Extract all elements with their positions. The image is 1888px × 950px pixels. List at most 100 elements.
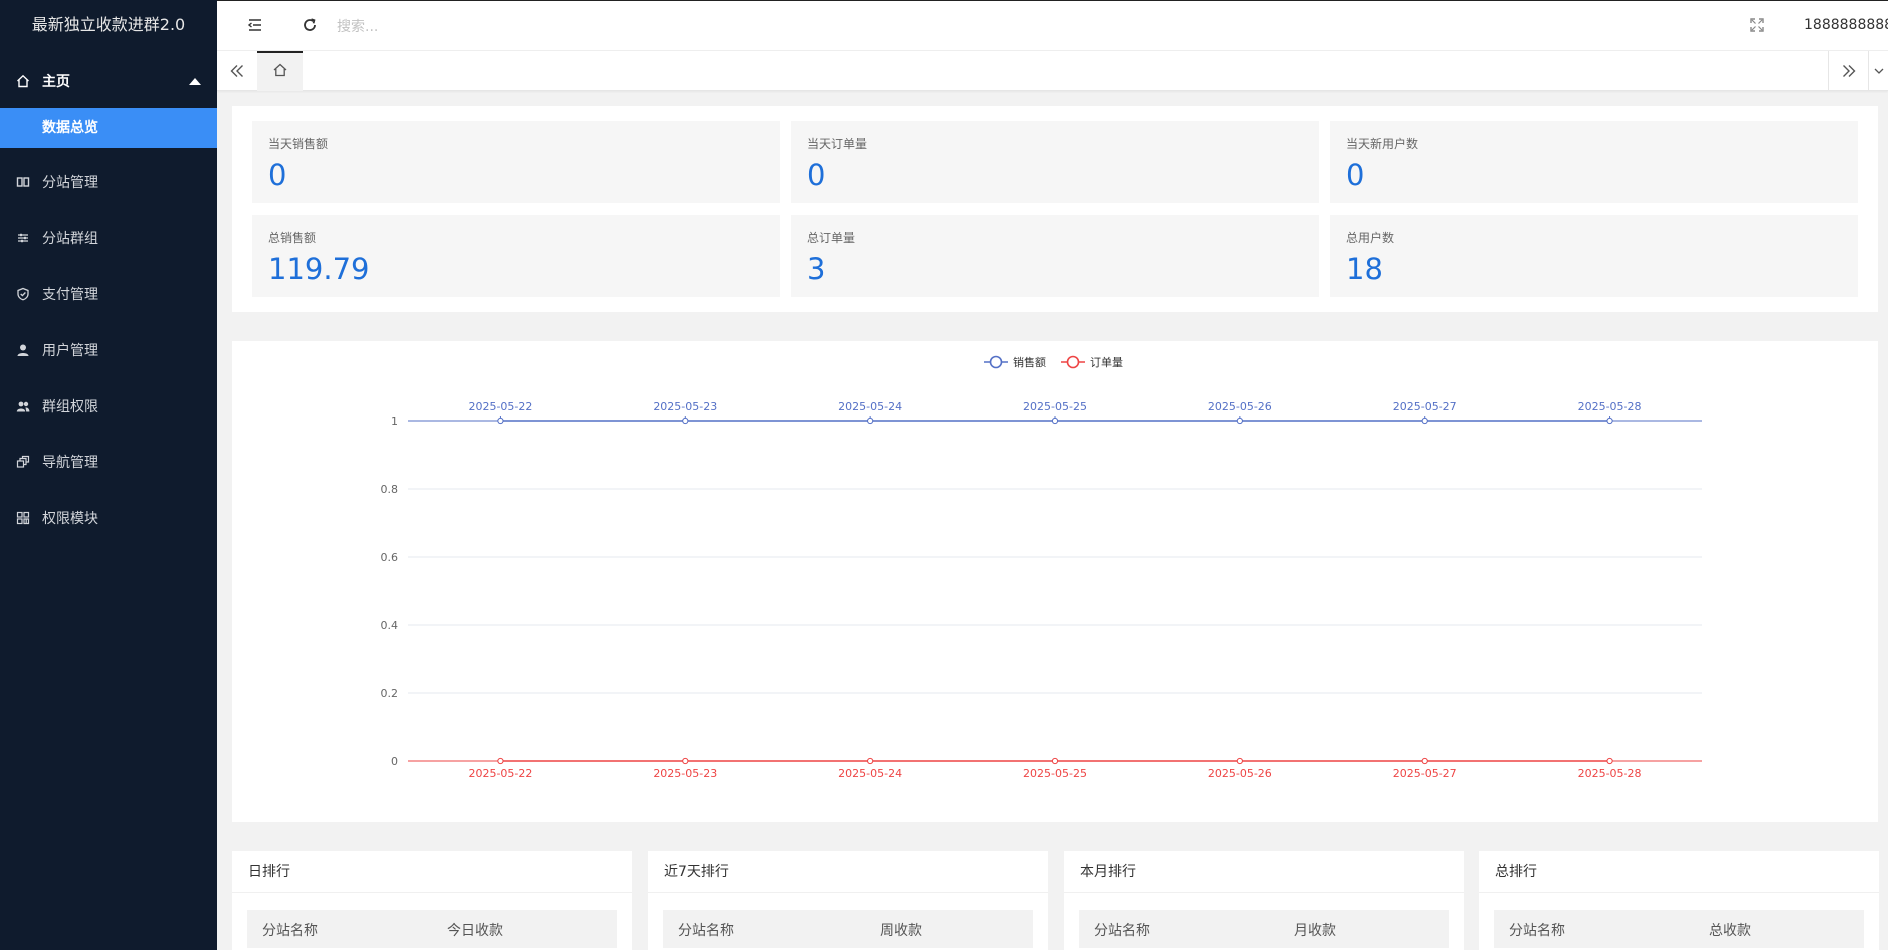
user-menu[interactable]: 18888888888 (1804, 17, 1888, 33)
data-point (867, 417, 874, 425)
y-tick-label: 0.2 (381, 687, 399, 700)
caret-up-icon (189, 78, 201, 85)
data-point (1051, 417, 1059, 425)
data-point (1421, 417, 1428, 425)
legend-label: 订单量 (1090, 356, 1123, 369)
column-header[interactable]: 总收款 (1709, 920, 1751, 940)
column-header[interactable]: 月收款 (1294, 920, 1336, 940)
layers-icon (16, 455, 30, 469)
data-point (1606, 417, 1613, 425)
legend-label: 销售额 (1013, 355, 1046, 369)
ranking-title: 总排行 (1479, 851, 1879, 893)
menu-toggle-icon[interactable] (245, 15, 265, 35)
x-tick-label-top: 2025-05-25 (1023, 400, 1087, 413)
y-tick-label: 0 (391, 755, 398, 768)
home-icon (16, 74, 30, 88)
data-point (1051, 757, 1059, 765)
x-tick-label-top: 2025-05-27 (1393, 400, 1457, 413)
stat-label: 总用户数 (1346, 231, 1395, 245)
ranking-title: 近7天排行 (648, 851, 1048, 893)
data-point (497, 417, 504, 425)
stat-value: 0 (807, 158, 826, 192)
user-icon (16, 343, 30, 357)
refresh-icon[interactable] (300, 15, 320, 35)
column-header[interactable]: 分站名称 (1094, 920, 1150, 940)
ranking-title: 日排行 (232, 851, 632, 893)
sales-chart-panel: 0 0.2 0.4 0.6 0.8 1 2025-05-22 2025-05-23 2025-0… (232, 341, 1878, 822)
data-point (1236, 757, 1243, 765)
y-tick-label: 0.4 (381, 619, 399, 632)
legend-item[interactable]: 销售额 (984, 355, 1046, 369)
stat-total-users: 总用户数 18 (1330, 215, 1858, 297)
stat-label: 总销售额 (268, 231, 317, 245)
tabs-scroll-left-icon[interactable] (217, 51, 257, 91)
stat-label: 当天订单量 (807, 137, 868, 151)
sidebar: 最新独立收款进群2.0 主页 数据总览 分站管理 分站群组 支付管理 用户管理 (0, 0, 217, 950)
stat-today-sales: 当天销售额 0 (252, 121, 780, 203)
sidebar-item-home[interactable]: 主页 (0, 54, 217, 108)
legend-item[interactable]: 订单量 (1061, 355, 1123, 369)
sidebar-item-users[interactable]: 用户管理 (0, 322, 217, 378)
stats-panel: 当天销售额 0 当天订单量 0 当天新用户数 0 总销售额 119.79 总订单… (232, 106, 1878, 312)
x-tick-label-bottom: 2025-05-27 (1393, 767, 1457, 780)
column-header[interactable]: 周收款 (880, 920, 922, 940)
x-tick-label-bottom: 2025-05-22 (468, 767, 532, 780)
data-point (1236, 417, 1243, 425)
stat-value: 0 (268, 158, 287, 192)
sidebar-item-substation[interactable]: 分站管理 (0, 154, 217, 210)
users-icon (16, 399, 30, 413)
column-header[interactable]: 分站名称 (678, 920, 734, 940)
ranking-monthly: 本月排行 分站名称 月收款 (1064, 851, 1464, 950)
column-header[interactable]: 今日收款 (447, 920, 503, 940)
x-tick-label-bottom: 2025-05-25 (1023, 767, 1087, 780)
column-header[interactable]: 分站名称 (262, 920, 318, 940)
data-point (497, 757, 504, 765)
column-header[interactable]: 分站名称 (1509, 920, 1565, 940)
data-point (867, 757, 874, 765)
ranking-daily: 日排行 分站名称 今日收款 (232, 851, 632, 950)
ranking-table-header: 分站名称 周收款 (663, 910, 1033, 948)
columns-icon (16, 175, 30, 189)
sidebar-item-label: 导航管理 (42, 455, 98, 471)
sliders-icon (16, 231, 30, 245)
stat-value: 3 (807, 252, 826, 286)
ranking-title: 本月排行 (1064, 851, 1464, 893)
fullscreen-icon[interactable] (1747, 15, 1767, 35)
search-input[interactable] (337, 13, 637, 41)
tabs-scroll-right-icon[interactable] (1828, 51, 1868, 91)
x-tick-label-bottom: 2025-05-24 (838, 767, 902, 780)
app-title: 最新独立收款进群2.0 (31, 15, 186, 34)
stat-today-new-users: 当天新用户数 0 (1330, 121, 1858, 203)
sidebar-item-permission-modules[interactable]: 权限模块 (0, 490, 217, 546)
chevron-down-icon[interactable] (1868, 51, 1888, 91)
x-tick-label-bottom: 2025-05-26 (1208, 767, 1272, 780)
stat-label: 当天新用户数 (1346, 137, 1419, 151)
stat-today-orders: 当天订单量 0 (791, 121, 1319, 203)
legend-swatch-marker (1066, 355, 1080, 369)
ranking-table-header: 分站名称 月收款 (1079, 910, 1449, 948)
sidebar-item-label: 权限模块 (42, 511, 98, 527)
sidebar-item-label: 分站群组 (42, 231, 98, 247)
data-point (682, 757, 689, 765)
x-tick-label-bottom: 2025-05-28 (1578, 767, 1642, 780)
tab-home[interactable] (257, 51, 303, 91)
sidebar-item-group-permissions[interactable]: 群组权限 (0, 378, 217, 434)
top-header: 18888888888 (217, 0, 1888, 51)
y-tick-label: 0.6 (381, 551, 399, 564)
sidebar-item-payment[interactable]: 支付管理 (0, 266, 217, 322)
ranking-table-header: 分站名称 总收款 (1494, 910, 1864, 948)
ranking-weekly: 近7天排行 分站名称 周收款 (648, 851, 1048, 950)
stat-value: 119.79 (268, 252, 370, 286)
sidebar-item-navigation[interactable]: 导航管理 (0, 434, 217, 490)
stat-value: 18 (1346, 252, 1383, 286)
x-tick-label-top: 2025-05-28 (1578, 400, 1642, 413)
x-tick-label-top: 2025-05-23 (653, 400, 717, 413)
data-point (1606, 757, 1613, 765)
sidebar-item-substation-groups[interactable]: 分站群组 (0, 210, 217, 266)
stat-value: 0 (1346, 158, 1365, 192)
sidebar-item-label: 群组权限 (42, 399, 98, 415)
grid-icon (16, 511, 30, 525)
sidebar-item-label: 用户管理 (42, 343, 98, 359)
sidebar-item-dashboard[interactable]: 数据总览 (0, 108, 217, 148)
stat-total-sales: 总销售额 119.79 (252, 215, 780, 297)
